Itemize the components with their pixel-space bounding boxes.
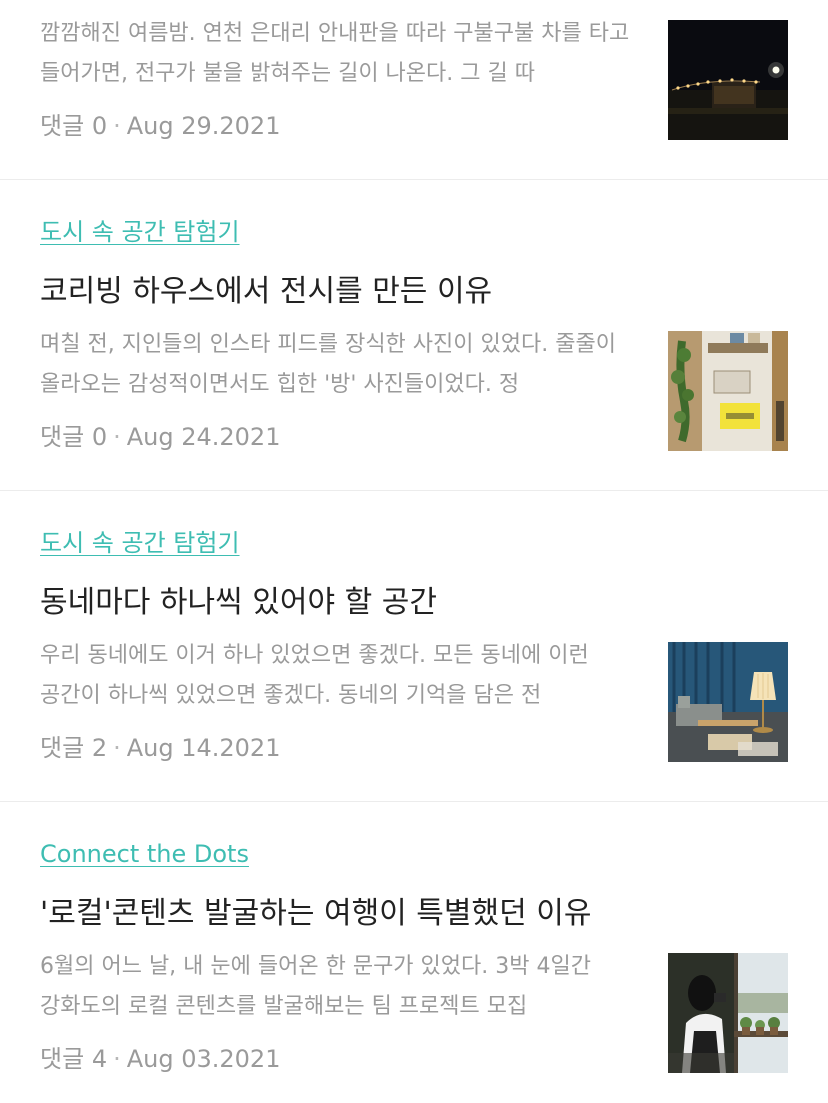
post-date: Aug 29.2021 (126, 112, 281, 140)
separator-dot: · (113, 112, 121, 140)
post-meta: 댓글 0 · Aug 29.2021 (40, 110, 280, 142)
comments-count: 0 (91, 112, 108, 140)
post-excerpt: 6월의 어느 날, 내 눈에 들어온 한 문구가 있었다. 3박 4일간 강화도… (40, 954, 591, 1019)
post-excerpt: 깜깜해진 여름밤. 연천 은대리 안내판을 따라 구불구불 차를 타고 들어가면… (40, 21, 630, 86)
comments-count: 4 (91, 1045, 108, 1073)
post-thumbnail[interactable] (668, 331, 788, 451)
post-feed: 깜깜해진 여름밤. 연천 은대리 안내판을 따라 구불구불 차를 타고 들어가면… (0, 0, 828, 1102)
post-thumbnail[interactable] (668, 953, 788, 1073)
post-excerpt: 우리 동네에도 이거 하나 있었으면 좋겠다. 모든 동네에 이런 공간이 하나… (40, 643, 589, 708)
comments-label: 댓글 (40, 423, 85, 451)
separator-dot: · (113, 423, 121, 451)
lounge-blue-curtain-lamp-photo (668, 642, 788, 762)
post-date: Aug 14.2021 (126, 734, 281, 762)
post-item[interactable]: 도시 속 공간 탐험기 코리빙 하우스에서 전시를 만든 이유 며칠 전, 지인… (0, 180, 828, 491)
post-title[interactable]: '로컬'콘텐츠 발굴하는 여행이 특별했던 이유 (40, 894, 640, 934)
post-item[interactable]: 깜깜해진 여름밤. 연천 은대리 안내판을 따라 구불구불 차를 타고 들어가면… (0, 0, 828, 180)
post-thumbnail[interactable] (668, 642, 788, 762)
post-category-link[interactable]: Connect the Dots (40, 838, 249, 870)
post-title[interactable]: 동네마다 하나씩 있어야 할 공간 (40, 583, 640, 623)
woman-at-window-camera-photo (668, 953, 788, 1073)
post-item[interactable]: Connect the Dots '로컬'콘텐츠 발굴하는 여행이 특별했던 이… (0, 802, 828, 1102)
post-date: Aug 03.2021 (126, 1045, 281, 1073)
comments-label: 댓글 (40, 112, 85, 140)
post-date: Aug 24.2021 (126, 423, 281, 451)
post-title[interactable]: 코리빙 하우스에서 전시를 만든 이유 (40, 272, 640, 312)
comments-count: 0 (91, 423, 108, 451)
post-category-link[interactable]: 도시 속 공간 탐험기 (40, 216, 240, 248)
night-cabin-string-lights-photo (668, 20, 788, 140)
post-meta: 댓글 0 · Aug 24.2021 (40, 421, 280, 453)
post-category-link[interactable]: 도시 속 공간 탐험기 (40, 527, 240, 559)
post-meta: 댓글 4 · Aug 03.2021 (40, 1043, 280, 1075)
comments-count: 2 (91, 734, 108, 762)
separator-dot: · (113, 734, 121, 762)
comments-label: 댓글 (40, 1045, 85, 1073)
room-exhibition-plants-photo (668, 331, 788, 451)
post-item[interactable]: 도시 속 공간 탐험기 동네마다 하나씩 있어야 할 공간 우리 동네에도 이거… (0, 491, 828, 802)
separator-dot: · (113, 1045, 121, 1073)
post-excerpt: 며칠 전, 지인들의 인스타 피드를 장식한 사진이 있었다. 줄줄이 올라오는… (40, 332, 616, 397)
post-thumbnail[interactable] (668, 20, 788, 140)
post-meta: 댓글 2 · Aug 14.2021 (40, 732, 280, 764)
comments-label: 댓글 (40, 734, 85, 762)
